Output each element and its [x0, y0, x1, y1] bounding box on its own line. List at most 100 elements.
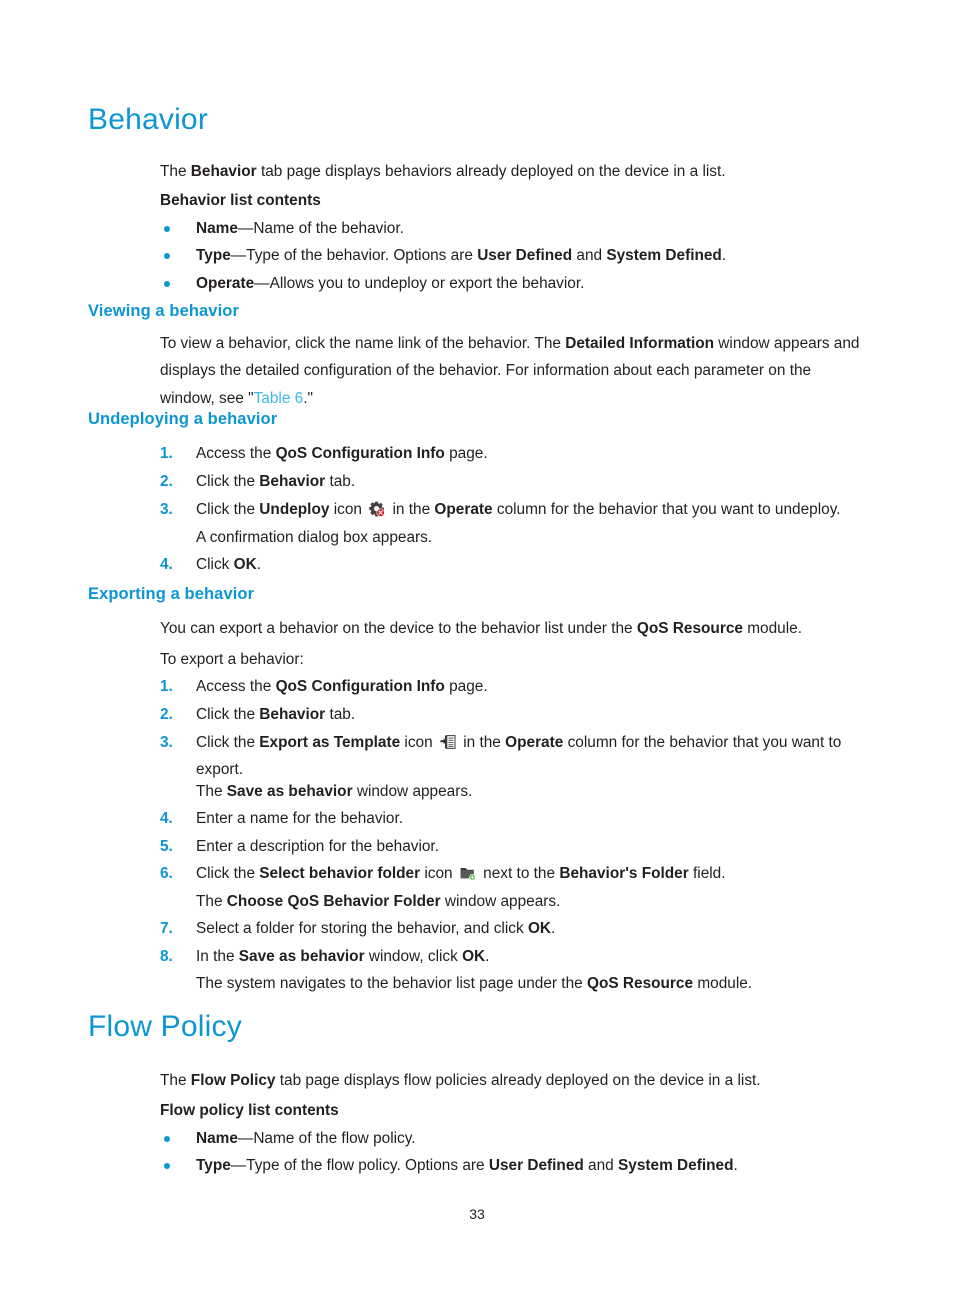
ordered-list-item: 3. Click the Export as Template icon in …: [160, 729, 866, 784]
ordered-list-item: 7. Select a folder for storing the behav…: [160, 915, 866, 942]
term-operate: Operate: [196, 275, 255, 292]
text-fragment: tab.: [325, 473, 356, 490]
option-user-defined: User Defined: [488, 1157, 584, 1174]
text-fragment: .: [485, 948, 490, 965]
undeploy-gear-icon: [369, 501, 385, 517]
list-marker: 1.: [160, 445, 173, 462]
ordered-list-item: 6. Click the Select behavior folder icon…: [160, 860, 866, 887]
text-fragment: The: [160, 163, 191, 180]
text-fragment: next to the: [478, 865, 560, 882]
paragraph-text: Click the Export as Template icon in the…: [196, 729, 866, 784]
paragraph-text: Enter a description for the behavior.: [196, 838, 439, 855]
bold-qos-configuration-info: QoS Configuration Info: [275, 678, 445, 695]
paragraph-text: Enter a name for the behavior.: [196, 810, 404, 827]
text-fragment: and: [572, 247, 607, 264]
list-marker: 1.: [160, 678, 173, 695]
list-marker: 2.: [160, 706, 173, 723]
text-fragment: Click the: [196, 734, 260, 751]
ordered-list-item: 2. Click the Behavior tab.: [160, 468, 866, 495]
text-fragment: module.: [742, 620, 802, 637]
paragraph-text: Click OK.: [196, 551, 866, 578]
step-followup-save-as-behavior: The Save as behavior window appears.: [196, 778, 866, 805]
ordered-list-item: 4. Enter a name for the behavior.: [160, 805, 866, 832]
text-fragment: To view a behavior, click the name link …: [160, 335, 566, 352]
list-item: Name—Name of the flow policy.: [160, 1125, 866, 1152]
bold-behavior-tab: Behavior: [259, 706, 326, 723]
heading-exporting-a-behavior: Exporting a behavior: [88, 585, 255, 603]
text-fragment: The: [196, 783, 227, 800]
text-fragment: The: [160, 1072, 191, 1089]
list-marker: 3.: [160, 734, 173, 751]
viewing-paragraph: To view a behavior, click the name link …: [160, 330, 866, 412]
paragraph-text: The Save as behavior window appears.: [196, 778, 866, 805]
paragraph-text: Click the Select behavior folder icon ne…: [196, 860, 866, 887]
term-name: Name: [196, 220, 238, 237]
list-marker: 3.: [160, 501, 173, 518]
paragraph-text: The Flow Policy tab page displays flow p…: [160, 1067, 866, 1094]
text-fragment: Access the: [196, 678, 276, 695]
paragraph-text: Name—Name of the behavior.: [196, 215, 866, 242]
option-system-defined: System Defined: [618, 1157, 734, 1174]
paragraph-text: Select a folder for storing the behavior…: [196, 915, 866, 942]
export-template-icon: [440, 734, 456, 750]
term-name: Name: [196, 1130, 238, 1147]
paragraph-text: To export a behavior:: [160, 651, 304, 668]
list-marker: 7.: [160, 920, 173, 937]
text-fragment: Click: [196, 556, 234, 573]
text-fragment: Access the: [196, 445, 276, 462]
em-dash: —: [230, 247, 247, 264]
text-fragment: and: [583, 1157, 619, 1174]
bold-qos-resource: QoS Resource: [636, 620, 743, 637]
paragraph-text: Operate—Allows you to undeploy or export…: [196, 270, 866, 297]
text-fragment: column for the behavior that you want to…: [492, 501, 841, 518]
ordered-list-item: 2. Click the Behavior tab.: [160, 701, 866, 728]
bold-undeploy: Undeploy: [259, 501, 330, 518]
text-fragment: in the: [458, 734, 506, 751]
text-fragment: .: [733, 1157, 738, 1174]
ordered-list-item: 3. Click the Undeploy icon in the Operat…: [160, 496, 866, 523]
text-fragment: Click the: [196, 501, 260, 518]
paragraph-text: In the Save as behavior window, click OK…: [196, 943, 866, 970]
select-folder-icon: [460, 865, 476, 881]
em-dash: —: [237, 1130, 254, 1147]
bold-operate-column: Operate: [505, 734, 564, 751]
document-page: Behavior The Behavior tab page displays …: [0, 0, 954, 1296]
subheading-bold: Flow policy list contents: [160, 1097, 866, 1124]
list-marker: 6.: [160, 865, 173, 882]
bold-ok: OK: [462, 948, 486, 965]
bullet-dot-icon: [164, 1163, 170, 1169]
text-fragment: .: [256, 556, 261, 573]
bold-flow-policy: Flow Policy: [190, 1072, 276, 1089]
paragraph-text: The Choose QoS Behavior Folder window ap…: [196, 888, 866, 915]
text-fragment: Click the: [196, 473, 260, 490]
text-fragment: tab page displays behaviors already depl…: [256, 163, 726, 180]
list-item: Type—Type of the behavior. Options are U…: [160, 242, 866, 269]
page-title-behavior: Behavior: [88, 103, 208, 138]
paragraph-text: Access the QoS Configuration Info page.: [196, 673, 866, 700]
bold-choose-qos-behavior-folder: Choose QoS Behavior Folder: [226, 893, 441, 910]
step-followup-navigates: The system navigates to the behavior lis…: [196, 970, 866, 997]
paragraph-text: The Behavior tab page displays behaviors…: [160, 158, 866, 185]
ordered-list-item: 1. Access the QoS Configuration Info pag…: [160, 673, 866, 700]
term-definition: Allows you to undeploy or export the beh…: [269, 275, 585, 292]
list-item: Operate—Allows you to undeploy or export…: [160, 270, 866, 297]
text-fragment: The system navigates to the behavior lis…: [196, 975, 587, 992]
paragraph-text: A confirmation dialog box appears.: [196, 529, 433, 546]
list-marker: 8.: [160, 948, 173, 965]
text-fragment: window, click: [364, 948, 463, 965]
bold-qos-configuration-info: QoS Configuration Info: [275, 445, 445, 462]
term-definition: Type of the behavior. Options are: [246, 247, 478, 264]
text-fragment: icon: [400, 734, 437, 751]
text-fragment: In the: [196, 948, 239, 965]
paragraph-text: To view a behavior, click the name link …: [160, 330, 866, 412]
ordered-list-item: 1. Access the QoS Configuration Info pag…: [160, 440, 866, 467]
heading-flow-policy: Flow Policy: [88, 1010, 242, 1043]
em-dash: —: [254, 275, 270, 292]
text-fragment: page.: [444, 678, 488, 695]
ordered-list-item: 4. Click OK.: [160, 551, 866, 578]
step-followup-confirmation: A confirmation dialog box appears.: [196, 524, 866, 551]
bold-save-as-behavior: Save as behavior: [226, 783, 353, 800]
bold-ok: OK: [527, 920, 552, 937]
cross-reference-link-table-6[interactable]: Table 6: [254, 390, 304, 407]
text-fragment: You can export a behavior on the device …: [160, 620, 637, 637]
